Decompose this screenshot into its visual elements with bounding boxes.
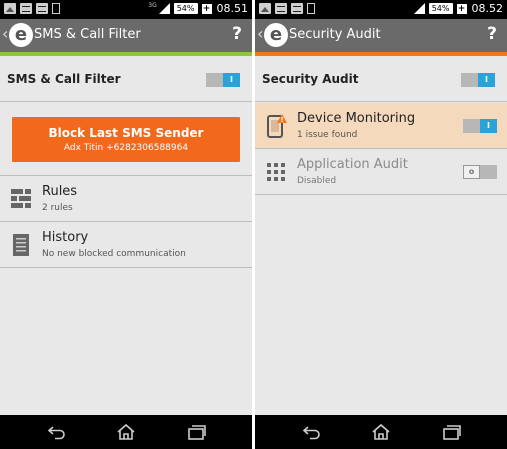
home-icon[interactable] [116, 423, 136, 441]
status-bar: 3G 54% + 08.51 [0, 0, 252, 19]
chat-notification-icon [36, 3, 48, 14]
home-icon[interactable] [371, 423, 391, 441]
history-icon [13, 234, 29, 256]
signal-icon [413, 3, 425, 14]
chat-notification-icon [291, 3, 303, 14]
clock: 08.51 [216, 2, 249, 15]
message-notification-icon [20, 3, 32, 14]
device-warning-icon [267, 114, 287, 138]
recent-apps-icon[interactable] [187, 423, 207, 441]
toggle-knob: I [223, 73, 240, 87]
list-item-title: History [42, 230, 89, 245]
list-item-rules[interactable]: Rules 2 rules [0, 176, 252, 222]
feature-header: SMS & Call Filter I [0, 56, 252, 102]
feature-header: Security Audit I [255, 56, 507, 102]
feature-header-label: Security Audit [262, 72, 359, 86]
navigation-bar [255, 415, 507, 449]
back-icon[interactable] [302, 423, 322, 441]
network-type: 3G [148, 2, 157, 9]
battery-level: 54% [428, 3, 453, 14]
toggle-knob: I [480, 119, 497, 133]
up-chevron-icon[interactable]: ‹ [2, 24, 8, 43]
security-audit-screen: 54% + 08.52 ‹ e Security Audit ? Securit… [255, 0, 507, 449]
status-bar: 54% + 08.52 [255, 0, 507, 19]
block-last-sms-sender-button[interactable]: Block Last SMS Sender Adx Titin +6282306… [12, 117, 240, 162]
gallery-notification-icon [4, 3, 16, 14]
application-audit-toggle[interactable]: o [463, 165, 497, 179]
toggle-knob: o [463, 165, 480, 179]
back-icon[interactable] [47, 423, 67, 441]
action-bar: ‹ e Security Audit ? [255, 19, 507, 52]
page-title: Security Audit [289, 27, 381, 42]
charging-icon: + [201, 3, 212, 14]
list-item-subtitle: 2 rules [42, 203, 73, 213]
toggle-knob: I [478, 73, 495, 87]
app-logo-icon[interactable]: e [9, 23, 33, 47]
list-item-subtitle: 1 issue found [297, 130, 358, 140]
list-item-subtitle: No new blocked communication [42, 249, 186, 259]
charging-icon: + [456, 3, 467, 14]
message-notification-icon [275, 3, 287, 14]
action-bar: ‹ e SMS & Call Filter ? [0, 19, 252, 52]
help-icon[interactable]: ? [487, 24, 497, 44]
app-logo-icon[interactable]: e [264, 23, 288, 47]
help-icon[interactable]: ? [232, 24, 242, 44]
sms-call-filter-screen: 3G 54% + 08.51 ‹ e SMS & Call Filter ? S… [0, 0, 252, 449]
device-monitoring-toggle[interactable]: I [463, 119, 497, 133]
battery-level: 54% [173, 3, 198, 14]
list-item-title: Rules [42, 184, 78, 199]
recent-apps-icon[interactable] [442, 423, 462, 441]
list-item-application-audit[interactable]: Application Audit Disabled o [255, 149, 507, 195]
sd-card-icon [307, 3, 315, 14]
gallery-notification-icon [259, 3, 271, 14]
block-button-label: Block Last SMS Sender [48, 126, 204, 140]
block-button-sender: Adx Titin +6282306588964 [63, 143, 189, 153]
list-item-history[interactable]: History No new blocked communication [0, 222, 252, 268]
notification-icons [259, 3, 315, 14]
feature-toggle[interactable]: I [206, 73, 240, 87]
sd-card-icon [52, 3, 60, 14]
signal-icon [158, 3, 170, 14]
clock: 08.52 [471, 2, 504, 15]
app-grid-icon [267, 163, 285, 181]
feature-toggle[interactable]: I [461, 73, 495, 87]
feature-header-label: SMS & Call Filter [7, 72, 121, 86]
rules-icon [11, 189, 31, 208]
up-chevron-icon[interactable]: ‹ [257, 24, 263, 43]
list-item-subtitle: Disabled [297, 176, 337, 186]
page-title: SMS & Call Filter [34, 27, 141, 42]
list-item-title: Application Audit [297, 157, 408, 172]
navigation-bar [0, 415, 252, 449]
list-item-device-monitoring[interactable]: Device Monitoring 1 issue found I [255, 103, 507, 149]
list-item-title: Device Monitoring [297, 111, 416, 126]
notification-icons [4, 3, 60, 14]
